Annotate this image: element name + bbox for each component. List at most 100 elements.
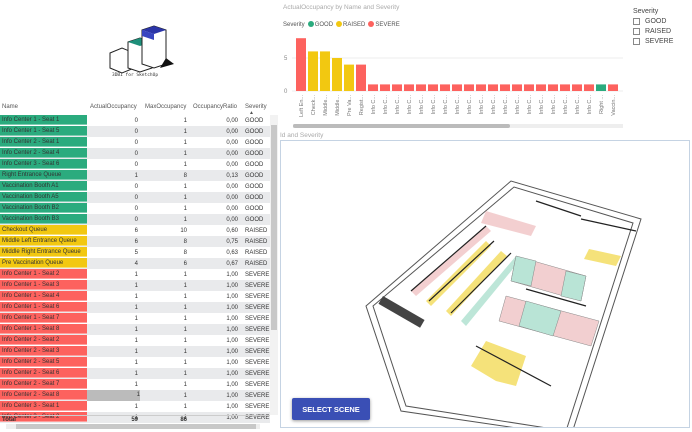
x-tick-label: Info C...: [527, 95, 533, 115]
table-row[interactable]: Vaccination Booth B2 0 1 0,00 GOOD: [0, 203, 270, 214]
table-row[interactable]: Info Center 2 - Seat 6 1 1 1,00 SEVERE: [0, 368, 270, 379]
bar[interactable]: [512, 84, 522, 91]
table-row[interactable]: Info Center 1 - Seat 3 1 1 1,00 SEVERE: [0, 280, 270, 291]
table-row[interactable]: Info Center 2 - Seat 1 0 1 0,00 GOOD: [0, 137, 270, 148]
name-cell: Info Center 2 - Seat 4: [0, 148, 87, 158]
actual-cell: 0: [134, 118, 138, 124]
bar[interactable]: [404, 84, 414, 91]
table-row[interactable]: Info Center 1 - Seat 8 1 1 1,00 SEVERE: [0, 324, 270, 335]
slicer-item-raised[interactable]: RAISED: [633, 28, 673, 35]
x-tick-label: Info C...: [395, 95, 401, 115]
bar[interactable]: [572, 84, 582, 91]
col-header-name[interactable]: Name: [2, 104, 18, 110]
bar[interactable]: [548, 84, 558, 91]
bar[interactable]: [356, 64, 366, 91]
table-row[interactable]: Pre Vaccination Queue 4 6 0,67 RAISED: [0, 258, 270, 269]
max-cell: 1: [183, 217, 187, 223]
ratio-cell: 0,00: [226, 184, 238, 190]
bar[interactable]: [500, 84, 510, 91]
table-row[interactable]: Info Center 1 - Seat 7 1 1 1,00 SEVERE: [0, 313, 270, 324]
table-row[interactable]: Middle Left Entrance Queue 6 8 0,75 RAISED: [0, 236, 270, 247]
table-row[interactable]: Info Center 1 - Seat 4 1 1 1,00 SEVERE: [0, 291, 270, 302]
table-row[interactable]: Vaccination Booth B3 0 1 0,00 GOOD: [0, 214, 270, 225]
ratio-cell: 1,00: [226, 349, 238, 355]
3d-scene-view[interactable]: SELECT SCENE: [280, 140, 690, 432]
severity-cell: SEVERE: [245, 393, 270, 399]
bar[interactable]: [416, 84, 426, 91]
table-row[interactable]: Info Center 1 - Seat 5 0 1 0,00 GOOD: [0, 126, 270, 137]
name-cell: Middle Right Entrance Queue: [0, 247, 87, 257]
max-cell: 1: [183, 305, 187, 311]
bar[interactable]: [608, 84, 618, 91]
max-cell: 1: [183, 349, 187, 355]
max-cell: 1: [183, 272, 187, 278]
checkbox[interactable]: [633, 28, 640, 35]
slicer-item-severe[interactable]: SEVERE: [633, 38, 673, 45]
severity-cell: SEVERE: [245, 283, 270, 289]
vertical-scrollbar[interactable]: [270, 115, 278, 415]
col-header-ratio[interactable]: OccupancyRatio: [193, 104, 237, 110]
checkbox[interactable]: [633, 38, 640, 45]
bar[interactable]: [524, 84, 534, 91]
table-row[interactable]: Info Center 1 - Seat 1 0 1 0,00 GOOD: [0, 115, 270, 126]
table-row[interactable]: Info Center 2 - Seat 2 1 1 1,00 SEVERE: [0, 335, 270, 346]
bar[interactable]: [476, 84, 486, 91]
table-row[interactable]: Info Center 2 - Seat 7 1 1 1,00 SEVERE: [0, 379, 270, 390]
name-cell: Info Center 1 - Seat 8: [0, 324, 87, 334]
table-row[interactable]: Vaccination Booth A5 0 1 0,00 GOOD: [0, 192, 270, 203]
bar[interactable]: [320, 51, 330, 91]
bar[interactable]: [332, 58, 342, 91]
table-row[interactable]: Info Center 2 - Seat 8 1 1 1,00 SEVERE: [0, 390, 270, 401]
bar[interactable]: [464, 84, 474, 91]
table-row[interactable]: Right Entrance Queue 1 8 0,13 GOOD: [0, 170, 270, 181]
severity-cell: SEVERE: [245, 338, 270, 344]
bar[interactable]: [536, 84, 546, 91]
table-row[interactable]: Checkout Queue 6 10 0,60 RAISED: [0, 225, 270, 236]
bar[interactable]: [452, 84, 462, 91]
bar[interactable]: [368, 84, 378, 91]
table-row[interactable]: Info Center 1 - Seat 2 1 1 1,00 SEVERE: [0, 269, 270, 280]
chart-scroll-thumb[interactable]: [293, 124, 510, 128]
actual-cell: 6: [134, 228, 138, 234]
bar[interactable]: [440, 84, 450, 91]
bar[interactable]: [392, 84, 402, 91]
actual-cell: 6: [134, 239, 138, 245]
name-cell: Info Center 3 - Seat 6: [0, 159, 87, 169]
table-row[interactable]: Info Center 1 - Seat 6 1 1 1,00 SEVERE: [0, 302, 270, 313]
table-row[interactable]: Info Center 2 - Seat 4 0 1 0,00 GOOD: [0, 148, 270, 159]
scroll-thumb[interactable]: [16, 424, 256, 429]
table-row[interactable]: Info Center 2 - Seat 3 1 1 1,00 SEVERE: [0, 346, 270, 357]
severity-cell: SEVERE: [245, 305, 270, 311]
bar[interactable]: [308, 51, 318, 91]
select-scene-button[interactable]: SELECT SCENE: [292, 398, 370, 420]
checkbox[interactable]: [633, 18, 640, 25]
x-tick-label: Info C...: [587, 95, 593, 115]
bar[interactable]: [488, 84, 498, 91]
col-header-actual[interactable]: ActualOccupancy: [90, 104, 137, 110]
bar[interactable]: [344, 64, 354, 91]
actual-cell: 1: [134, 272, 138, 278]
actual-cell: 1: [134, 382, 138, 388]
bar[interactable]: [584, 84, 594, 91]
bar[interactable]: [296, 38, 306, 91]
table-row[interactable]: Info Center 3 - Seat 1 1 1 1,00 SEVERE: [0, 401, 270, 412]
max-cell: 1: [183, 360, 187, 366]
table-row[interactable]: Vaccination Booth A1 0 1 0,00 GOOD: [0, 181, 270, 192]
table-row[interactable]: Middle Right Entrance Queue 5 8 0,63 RAISED: [0, 247, 270, 258]
max-cell: 1: [183, 151, 187, 157]
max-cell: 1: [183, 338, 187, 344]
bar[interactable]: [428, 84, 438, 91]
ratio-cell: 1,00: [226, 404, 238, 410]
horizontal-scrollbar[interactable]: [6, 424, 260, 429]
ratio-cell: 1,00: [226, 382, 238, 388]
scroll-thumb[interactable]: [271, 125, 277, 330]
table-row[interactable]: Info Center 3 - Seat 6 0 1 0,00 GOOD: [0, 159, 270, 170]
slicer-item-good[interactable]: GOOD: [633, 18, 673, 25]
bar[interactable]: [560, 84, 570, 91]
bar[interactable]: [596, 84, 606, 91]
max-cell: 1: [183, 404, 187, 410]
col-header-max[interactable]: MaxOccupancy: [145, 104, 186, 110]
bar[interactable]: [380, 84, 390, 91]
table-row[interactable]: Info Center 2 - Seat 5 1 1 1,00 SEVERE: [0, 357, 270, 368]
severity-cell: GOOD: [245, 195, 264, 201]
